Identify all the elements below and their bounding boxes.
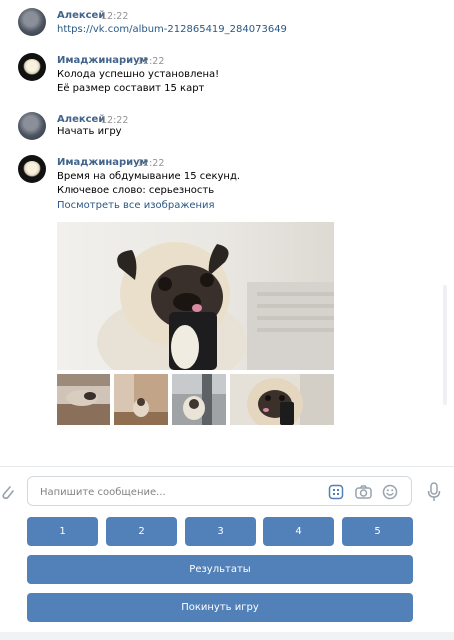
keyboard-button-1[interactable]: 1: [27, 517, 98, 546]
scrollbar[interactable]: [443, 285, 447, 405]
keyboard-button-4[interactable]: 4: [263, 517, 334, 546]
message-text: Её размер составит 15 карт: [57, 83, 205, 94]
avatar[interactable]: [18, 155, 46, 183]
camera-icon[interactable]: [355, 484, 372, 503]
avatar[interactable]: [18, 53, 46, 81]
message-text: Колода успешно установлена!: [57, 69, 220, 80]
message-link[interactable]: https://vk.com/album-212865419_284073649: [57, 24, 287, 35]
keyboard-button-3[interactable]: 3: [185, 517, 256, 546]
photo-thumbnail[interactable]: [114, 374, 168, 425]
photo-thumbnail[interactable]: [57, 374, 110, 425]
results-button[interactable]: Результаты: [27, 555, 413, 584]
message-author[interactable]: Алексей: [57, 10, 105, 21]
photo-thumbnail[interactable]: [230, 374, 334, 425]
message-input-box[interactable]: [27, 476, 412, 506]
thumbnail-image: [230, 374, 334, 425]
attached-photo[interactable]: [57, 222, 334, 370]
pug-photo-image: [97, 242, 334, 370]
message-author[interactable]: Алексей: [57, 114, 105, 125]
message: Алексей 12:22 https://vk.com/album-21286…: [0, 8, 440, 38]
emoji-icon[interactable]: [382, 484, 398, 503]
avatar[interactable]: [18, 112, 46, 140]
message-input[interactable]: [38, 483, 322, 501]
leave-game-button[interactable]: Покинуть игру: [27, 593, 413, 622]
message-time: 12:22: [101, 115, 129, 126]
message: Алексей 12:22 Начать игру: [0, 112, 440, 142]
keyboard-button-5[interactable]: 5: [342, 517, 413, 546]
keyboard-icon[interactable]: [328, 484, 344, 503]
message-text: Время на обдумывание 15 секунд.: [57, 171, 241, 182]
thumbnail-image: [57, 374, 110, 425]
message: Имаджинариум 12:22 Время на обдумывание …: [0, 155, 440, 215]
keyboard-button-2[interactable]: 2: [106, 517, 177, 546]
microphone-icon[interactable]: [427, 482, 441, 505]
message-time: 12:22: [137, 56, 165, 67]
bottom-strip: [0, 632, 454, 640]
message-author[interactable]: Имаджинариум: [57, 55, 148, 66]
photo-thumbnail[interactable]: [172, 374, 226, 425]
message-author[interactable]: Имаджинариум: [57, 157, 148, 168]
message-text: Начать игру: [57, 126, 122, 137]
view-all-images-link[interactable]: Посмотреть все изображения: [57, 200, 215, 211]
message: Имаджинариум 12:22 Колода успешно устано…: [0, 53, 440, 98]
thumbnail-image: [172, 374, 226, 425]
message-time: 12:22: [137, 158, 165, 169]
message-text: Ключевое слово: серьезность: [57, 185, 215, 196]
thumbnail-image: [114, 374, 168, 425]
divider: [0, 466, 454, 467]
avatar[interactable]: [18, 8, 46, 36]
message-time: 12:22: [101, 11, 129, 22]
paperclip-icon[interactable]: [0, 483, 14, 504]
